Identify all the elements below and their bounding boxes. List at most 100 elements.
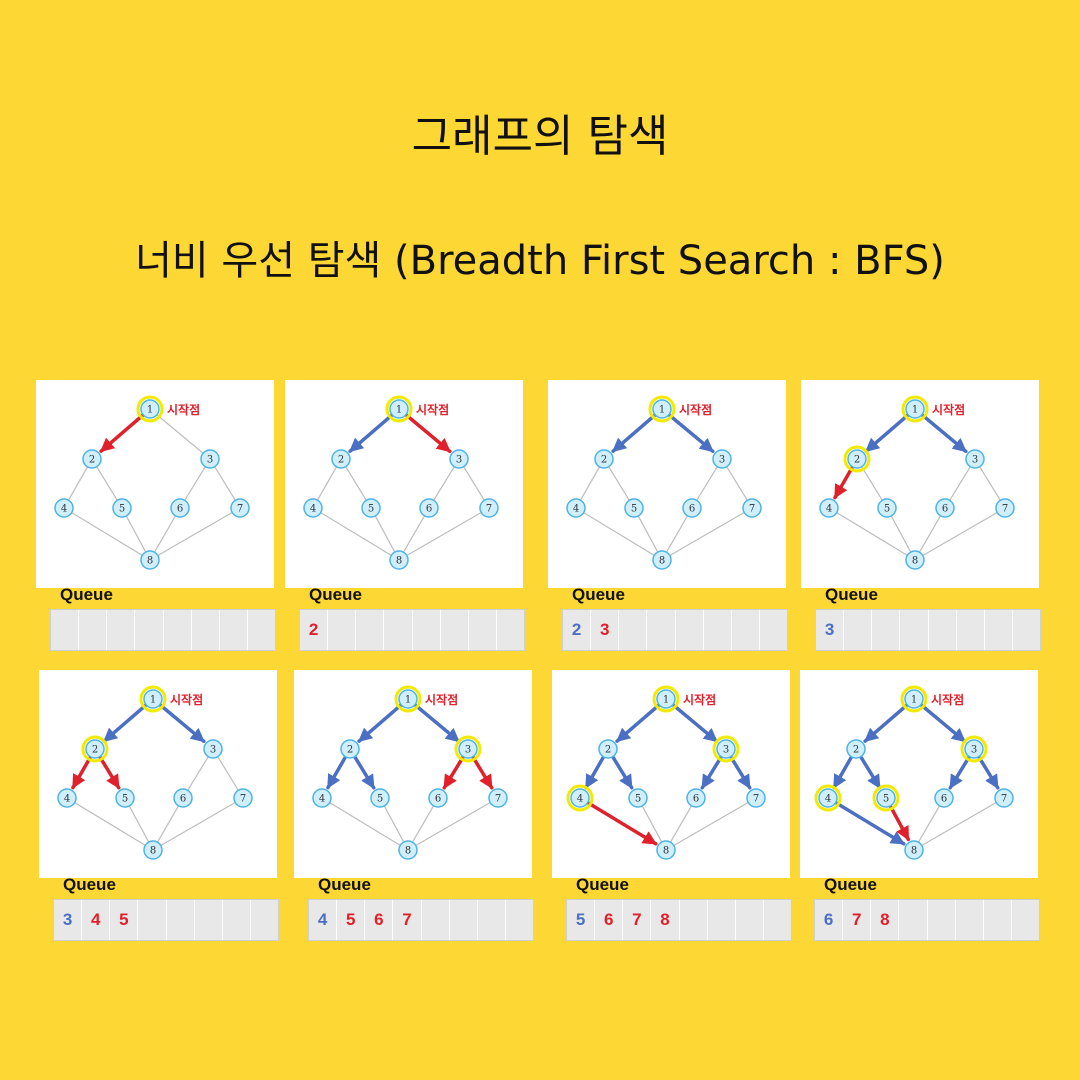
start-label: 시작점 (425, 692, 458, 707)
node-3: 3 (449, 449, 469, 469)
queue-cell: 6 (595, 900, 624, 940)
node-label: 1 (911, 695, 917, 706)
node-label: 3 (465, 745, 471, 756)
queue-box: 678 (814, 899, 1040, 941)
queue-label: Queue (309, 585, 362, 604)
queue-cell (138, 900, 167, 940)
edge-1-2 (102, 703, 148, 743)
edge-2-4 (67, 466, 89, 501)
queue-box: 23 (562, 609, 788, 651)
node-label: 1 (912, 405, 918, 416)
node-4: 4 (303, 498, 323, 518)
queue-cell (985, 610, 1013, 650)
edge-3-6 (700, 754, 724, 790)
node-1: 1 (139, 685, 167, 713)
queue-cell (79, 610, 108, 650)
node-8: 8 (389, 550, 409, 570)
edge-7-8 (160, 801, 236, 847)
queue-cell: 7 (623, 900, 652, 940)
edge-2-5 (861, 466, 883, 501)
node-label: 5 (883, 794, 889, 805)
queue-cell (676, 610, 704, 650)
queue-cell (413, 610, 441, 650)
node-label: 3 (210, 745, 216, 756)
edge-3-6 (184, 466, 206, 501)
edge-1-2 (99, 413, 145, 453)
node-label: 6 (693, 794, 699, 805)
queue-cell: 5 (567, 900, 596, 940)
node-label: 2 (853, 745, 859, 756)
node-label: 8 (405, 846, 411, 857)
node-4: 4 (566, 498, 586, 518)
queue-cell (384, 610, 413, 650)
node-label: 4 (825, 794, 831, 805)
node-6: 6 (173, 788, 193, 808)
queue-cell (956, 900, 984, 940)
edge-1-2 (864, 413, 910, 453)
node-1: 1 (900, 685, 928, 713)
node-2: 2 (846, 739, 866, 759)
node-2: 2 (598, 739, 618, 759)
queue-cell (929, 610, 957, 650)
edge-2-4 (579, 466, 601, 501)
queue-label: Queue (825, 585, 878, 604)
edge-1-3 (920, 413, 968, 454)
queue-cell: 2 (300, 610, 329, 650)
node-2: 2 (340, 739, 360, 759)
queue-cell: 7 (393, 900, 422, 940)
edge-4-8 (583, 512, 655, 556)
edge-2-5 (608, 466, 630, 501)
edge-4-8 (329, 802, 401, 846)
node-8: 8 (904, 840, 924, 860)
queue-cell (872, 610, 901, 650)
node-7: 7 (230, 498, 250, 518)
node-label: 6 (689, 504, 695, 515)
edge-4-8 (71, 512, 143, 556)
queue-box: 3 (815, 609, 1041, 651)
queue-cell: 6 (365, 900, 394, 940)
node-5: 5 (628, 788, 648, 808)
edge-2-5 (96, 466, 118, 501)
node-label: 2 (347, 745, 353, 756)
node-5: 5 (877, 498, 897, 518)
bfs-step-panel-5: 1 2 3 4 5 6 7 8 시작점 (39, 670, 277, 878)
node-label: 7 (495, 794, 501, 805)
node-label: 2 (89, 455, 95, 466)
node-label: 3 (207, 455, 213, 466)
edge-1-3 (404, 413, 452, 454)
queue-cell (957, 610, 985, 650)
node-1: 1 (136, 395, 164, 423)
node-label: 7 (1002, 504, 1008, 515)
node-label: 7 (753, 794, 759, 805)
start-label: 시작점 (683, 692, 716, 707)
edge-3-7 (463, 466, 485, 501)
node-label: 4 (826, 504, 832, 515)
queue-cell (441, 610, 469, 650)
queue-cell: 3 (54, 900, 83, 940)
node-1: 1 (648, 395, 676, 423)
queue-cell (450, 900, 478, 940)
node-4: 4 (312, 788, 332, 808)
node-label: 7 (240, 794, 246, 805)
queue-label: Queue (824, 875, 877, 894)
node-label: 7 (749, 504, 755, 515)
node-6: 6 (686, 788, 706, 808)
node-label: 2 (92, 745, 98, 756)
node-8: 8 (398, 840, 418, 860)
edge-3-7 (976, 754, 1000, 790)
node-7: 7 (746, 788, 766, 808)
node-label: 6 (177, 504, 183, 515)
edge-5-8 (637, 515, 659, 553)
edge-3-7 (217, 756, 239, 791)
edge-3-6 (187, 756, 209, 791)
edge-1-3 (413, 703, 461, 744)
node-4: 4 (54, 498, 74, 518)
queue-cell (928, 900, 956, 940)
node-5: 5 (115, 788, 135, 808)
edge-5-8 (888, 804, 911, 842)
node-label: 3 (456, 455, 462, 466)
node-7: 7 (479, 498, 499, 518)
bfs-step-panel-7: 1 2 3 4 5 6 7 8 시작점 (552, 670, 790, 878)
node-3: 3 (712, 449, 732, 469)
edge-2-5 (610, 754, 634, 790)
